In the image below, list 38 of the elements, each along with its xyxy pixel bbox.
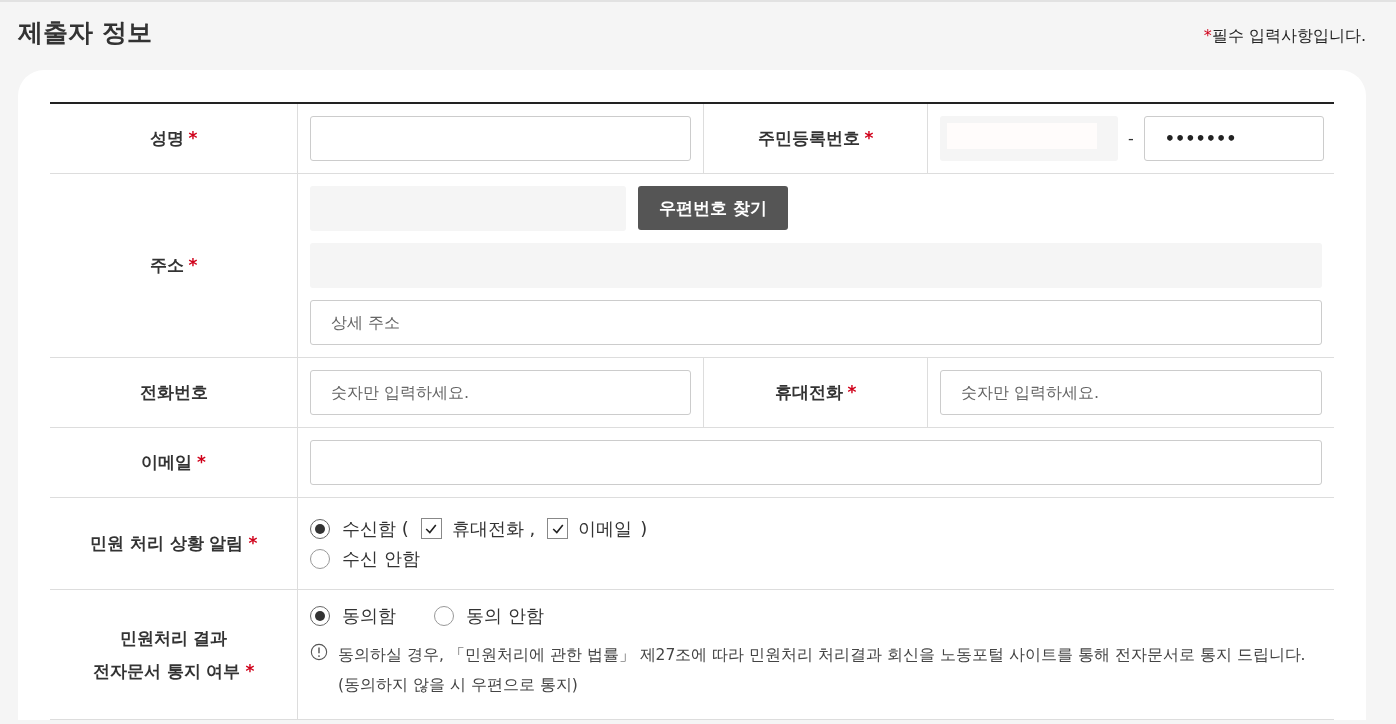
required-mark: *	[188, 128, 198, 149]
field-label: 주소	[149, 255, 184, 276]
search-button[interactable]: 우편번호 찾기	[638, 186, 788, 230]
required-mark: *	[188, 255, 198, 276]
input-field[interactable]: 숫자만 입력하세요.	[940, 370, 1322, 415]
field-label: 휴대전화	[774, 382, 843, 403]
option-label: 수신 안함	[342, 546, 420, 571]
checkbox-label: 이메일	[578, 516, 633, 541]
notice-text: 동의하실 경우, 「민원처리에 관한 법률」 제27조에 따라 민원처리 처리결과 회신을 노동포털 사이트를 통해 전자문서로 통지 드립니다.	[338, 645, 1306, 666]
required-mark: *	[197, 452, 206, 473]
separator: -	[1128, 129, 1134, 148]
field-label: 성명	[149, 128, 184, 149]
required-mark: *	[248, 533, 258, 554]
notice-text: (동의하지 않을 시 우편으로 통지)	[338, 675, 579, 696]
required-mark: *	[245, 660, 255, 681]
field-label: 민원처리 결과 전자문서 통지 여부	[92, 628, 241, 681]
field-label: 전화번호	[139, 382, 208, 403]
checkbox[interactable]	[420, 518, 442, 539]
input-field[interactable]: •••••••	[1143, 116, 1324, 161]
required-mark: *	[1203, 26, 1212, 45]
required-note: 필수 입력사항입니다.	[1211, 26, 1366, 45]
input-field[interactable]: 숫자만 입력하세요.	[310, 370, 691, 415]
required-mark: *	[864, 128, 874, 149]
paren: )	[640, 518, 648, 539]
checkbox-label: 휴대전화 ,	[451, 516, 536, 541]
field-label: 이메일	[141, 452, 193, 473]
required-mark: *	[847, 382, 857, 403]
option-label: 수신함 (	[342, 516, 409, 541]
input-field[interactable]	[310, 116, 691, 161]
field-label: 민원 처리 상황 알림	[89, 533, 244, 554]
field-label: 주민등록번호	[757, 128, 860, 149]
option-label: 동의 안함	[466, 604, 544, 628]
input-field[interactable]	[310, 440, 1322, 485]
option-label: 동의함	[342, 604, 396, 628]
checkbox[interactable]	[547, 518, 569, 539]
exclamation-icon	[310, 643, 328, 661]
section-title: 제출자 정보	[18, 17, 152, 49]
input-field[interactable]: 상세 주소	[310, 300, 1322, 345]
